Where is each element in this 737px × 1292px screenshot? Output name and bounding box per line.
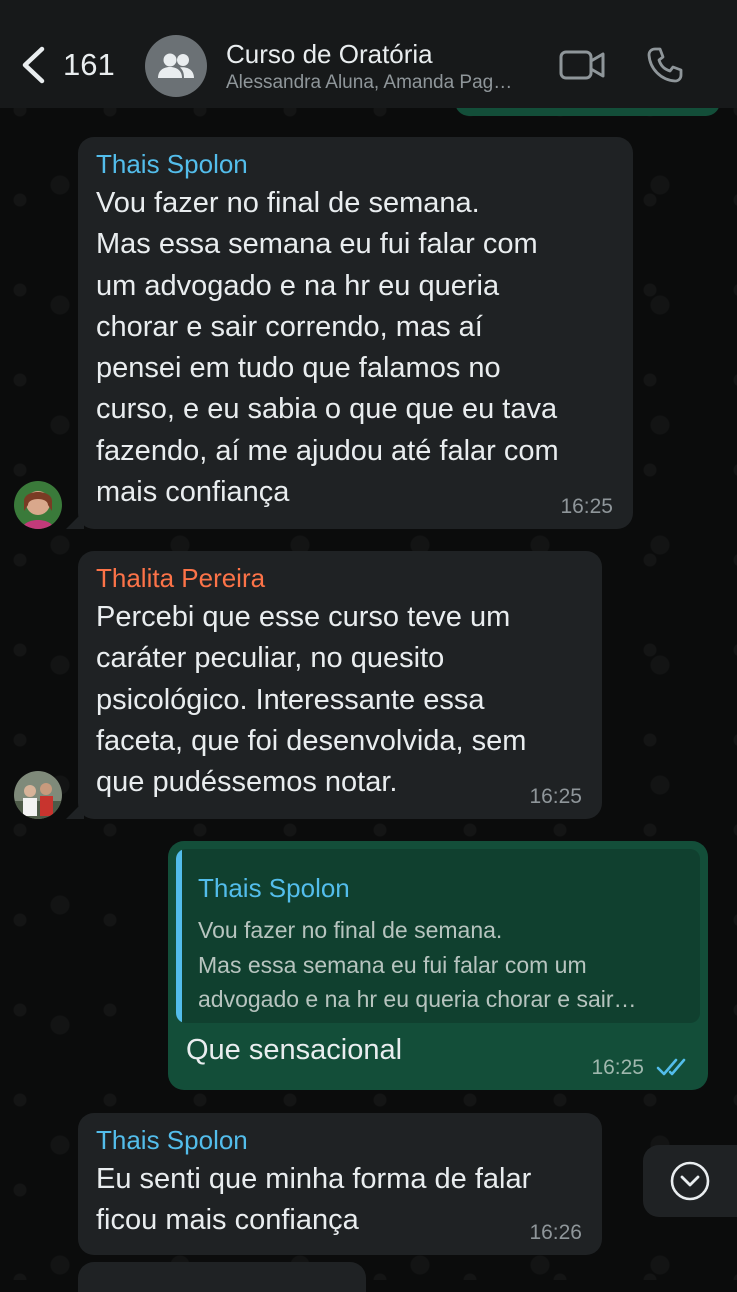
message-bubble[interactable]: Thais Spolon Vou fazer no final de seman…: [78, 137, 633, 529]
quote-bar: [176, 849, 182, 1023]
phone-icon[interactable]: [646, 46, 684, 84]
message-sender[interactable]: Thalita Pereira: [96, 563, 584, 593]
avatar[interactable]: [14, 771, 62, 819]
chevron-left-icon[interactable]: [18, 46, 48, 84]
message-sender[interactable]: Thais Spolon: [96, 149, 615, 179]
group-icon: [158, 53, 194, 78]
message-time: 16:25: [591, 1056, 644, 1079]
message-time: 16:26: [529, 1221, 582, 1244]
message-text: Que sensacional: [186, 1034, 403, 1066]
quoted-text: Vou fazer no final de semana. Mas essa s…: [198, 917, 637, 1012]
message-text: Vou fazer no final de semana. Mas essa s…: [96, 187, 559, 509]
message-text: Eu senti que minha forma de falar ficou …: [96, 1163, 532, 1237]
scroll-to-bottom-button[interactable]: [643, 1145, 737, 1217]
chevron-down-icon: [670, 1161, 710, 1201]
chat-title[interactable]: Curso de Oratória: [226, 39, 433, 70]
message-bubble[interactable]: Thais Spolon Eu senti que minha forma de…: [78, 1113, 602, 1255]
quoted-message[interactable]: Thais Spolon Vou fazer no final de seman…: [176, 849, 700, 1023]
quoted-sender: Thais Spolon: [198, 873, 350, 903]
chat-subtitle-members[interactable]: Alessandra Aluna, Amanda Pag…: [226, 72, 546, 94]
avatar[interactable]: [14, 481, 62, 529]
group-avatar[interactable]: [145, 35, 207, 97]
outgoing-message-bubble[interactable]: Thais Spolon Vou fazer no final de seman…: [168, 841, 708, 1090]
chat-header: 161 Curso de Oratória Alessandra Aluna, …: [0, 0, 737, 108]
video-camera-icon[interactable]: [558, 48, 606, 82]
double-check-read-icon: [656, 1058, 686, 1076]
message-time: 16:25: [529, 785, 582, 808]
message-text: Percebi que esse curso teve um caráter p…: [96, 601, 527, 799]
next-message-bubble[interactable]: [78, 1262, 366, 1292]
message-sender[interactable]: Thais Spolon: [96, 1125, 584, 1155]
unread-count[interactable]: 161: [63, 47, 115, 83]
message-time: 16:25: [560, 495, 613, 518]
message-bubble[interactable]: Thalita Pereira Percebi que esse curso t…: [78, 551, 602, 819]
